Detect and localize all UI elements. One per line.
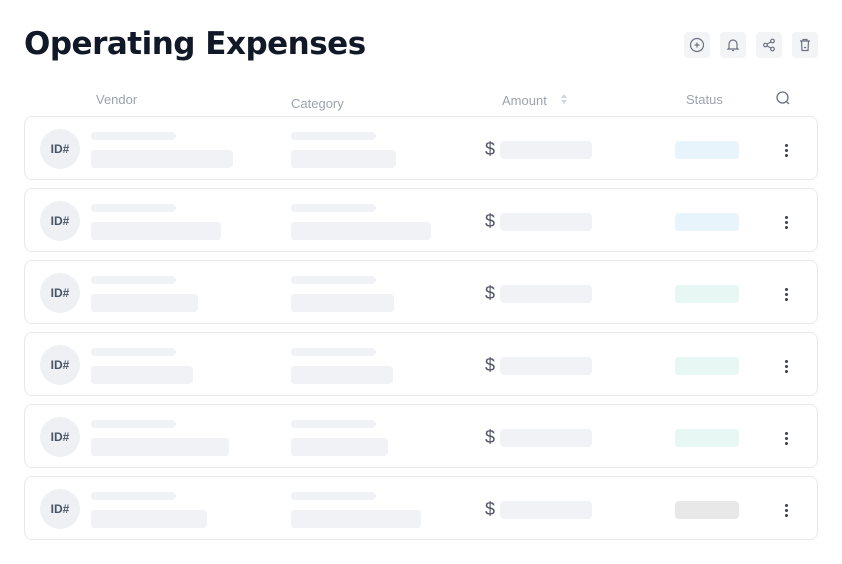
amount-skeleton xyxy=(500,429,592,447)
plus-circle-icon xyxy=(689,37,705,53)
category-skeleton-line xyxy=(291,348,376,356)
category-skeleton-line xyxy=(291,492,376,500)
delete-button[interactable] xyxy=(792,32,818,58)
table-row[interactable]: ID# $ xyxy=(24,404,818,468)
vendor-skeleton-line xyxy=(91,348,176,356)
column-header-category[interactable]: Category xyxy=(291,96,344,111)
status-badge xyxy=(675,357,739,375)
sort-icon[interactable] xyxy=(560,92,568,106)
table-row[interactable]: ID# $ xyxy=(24,332,818,396)
column-header-amount[interactable]: Amount xyxy=(502,93,547,108)
category-skeleton-block xyxy=(291,366,393,384)
category-skeleton-line xyxy=(291,204,376,212)
vendor-skeleton-block xyxy=(91,150,233,168)
more-options-icon[interactable] xyxy=(780,501,792,519)
vendor-skeleton-line xyxy=(91,420,176,428)
avatar: ID# xyxy=(40,273,80,313)
vendor-skeleton-block xyxy=(91,438,229,456)
table-row[interactable]: ID# $ xyxy=(24,116,818,180)
bell-icon xyxy=(726,39,740,52)
vendor-skeleton-line xyxy=(91,204,176,212)
vendor-skeleton-block xyxy=(91,366,193,384)
category-skeleton-line xyxy=(291,276,376,284)
search-icon[interactable] xyxy=(775,90,791,106)
table-row[interactable]: ID# $ xyxy=(24,260,818,324)
share-button[interactable] xyxy=(756,32,782,58)
page-title: Operating Expenses xyxy=(24,26,366,62)
vendor-skeleton-block xyxy=(91,222,221,240)
vendor-skeleton-block xyxy=(91,294,198,312)
avatar: ID# xyxy=(40,201,80,241)
vendor-skeleton-line xyxy=(91,276,176,284)
category-skeleton-line xyxy=(291,132,376,140)
currency-symbol: $ xyxy=(485,355,496,375)
more-options-icon[interactable] xyxy=(780,357,792,375)
more-options-icon[interactable] xyxy=(780,429,792,447)
table-row[interactable]: ID# $ xyxy=(24,476,818,540)
category-skeleton-block xyxy=(291,150,396,168)
amount-skeleton xyxy=(500,213,592,231)
avatar: ID# xyxy=(40,345,80,385)
category-skeleton-block xyxy=(291,438,388,456)
amount-skeleton xyxy=(500,501,592,519)
amount-skeleton xyxy=(500,141,592,159)
table-row[interactable]: ID# $ xyxy=(24,188,818,252)
vendor-skeleton-line xyxy=(91,132,176,140)
amount-skeleton xyxy=(500,285,592,303)
column-header-status[interactable]: Status xyxy=(686,92,723,107)
currency-symbol: $ xyxy=(485,499,496,519)
currency-symbol: $ xyxy=(485,283,496,303)
category-skeleton-line xyxy=(291,420,376,428)
add-button[interactable] xyxy=(684,32,710,58)
more-options-icon[interactable] xyxy=(780,285,792,303)
more-options-icon[interactable] xyxy=(780,213,792,231)
avatar: ID# xyxy=(40,417,80,457)
category-skeleton-block xyxy=(291,294,394,312)
trash-icon xyxy=(800,38,810,52)
avatar: ID# xyxy=(40,489,80,529)
avatar: ID# xyxy=(40,129,80,169)
status-badge xyxy=(675,429,739,447)
status-badge xyxy=(675,141,739,159)
status-badge xyxy=(675,213,739,231)
more-options-icon[interactable] xyxy=(780,141,792,159)
toolbar xyxy=(684,32,818,58)
status-badge xyxy=(675,501,739,519)
vendor-skeleton-block xyxy=(91,510,207,528)
column-header-vendor[interactable]: Vendor xyxy=(96,92,137,107)
currency-symbol: $ xyxy=(485,427,496,447)
currency-symbol: $ xyxy=(485,139,496,159)
status-badge xyxy=(675,285,739,303)
category-skeleton-block xyxy=(291,510,421,528)
notifications-button[interactable] xyxy=(720,32,746,58)
category-skeleton-block xyxy=(291,222,431,240)
currency-symbol: $ xyxy=(485,211,496,231)
amount-skeleton xyxy=(500,357,592,375)
vendor-skeleton-line xyxy=(91,492,176,500)
share-icon xyxy=(763,38,775,52)
